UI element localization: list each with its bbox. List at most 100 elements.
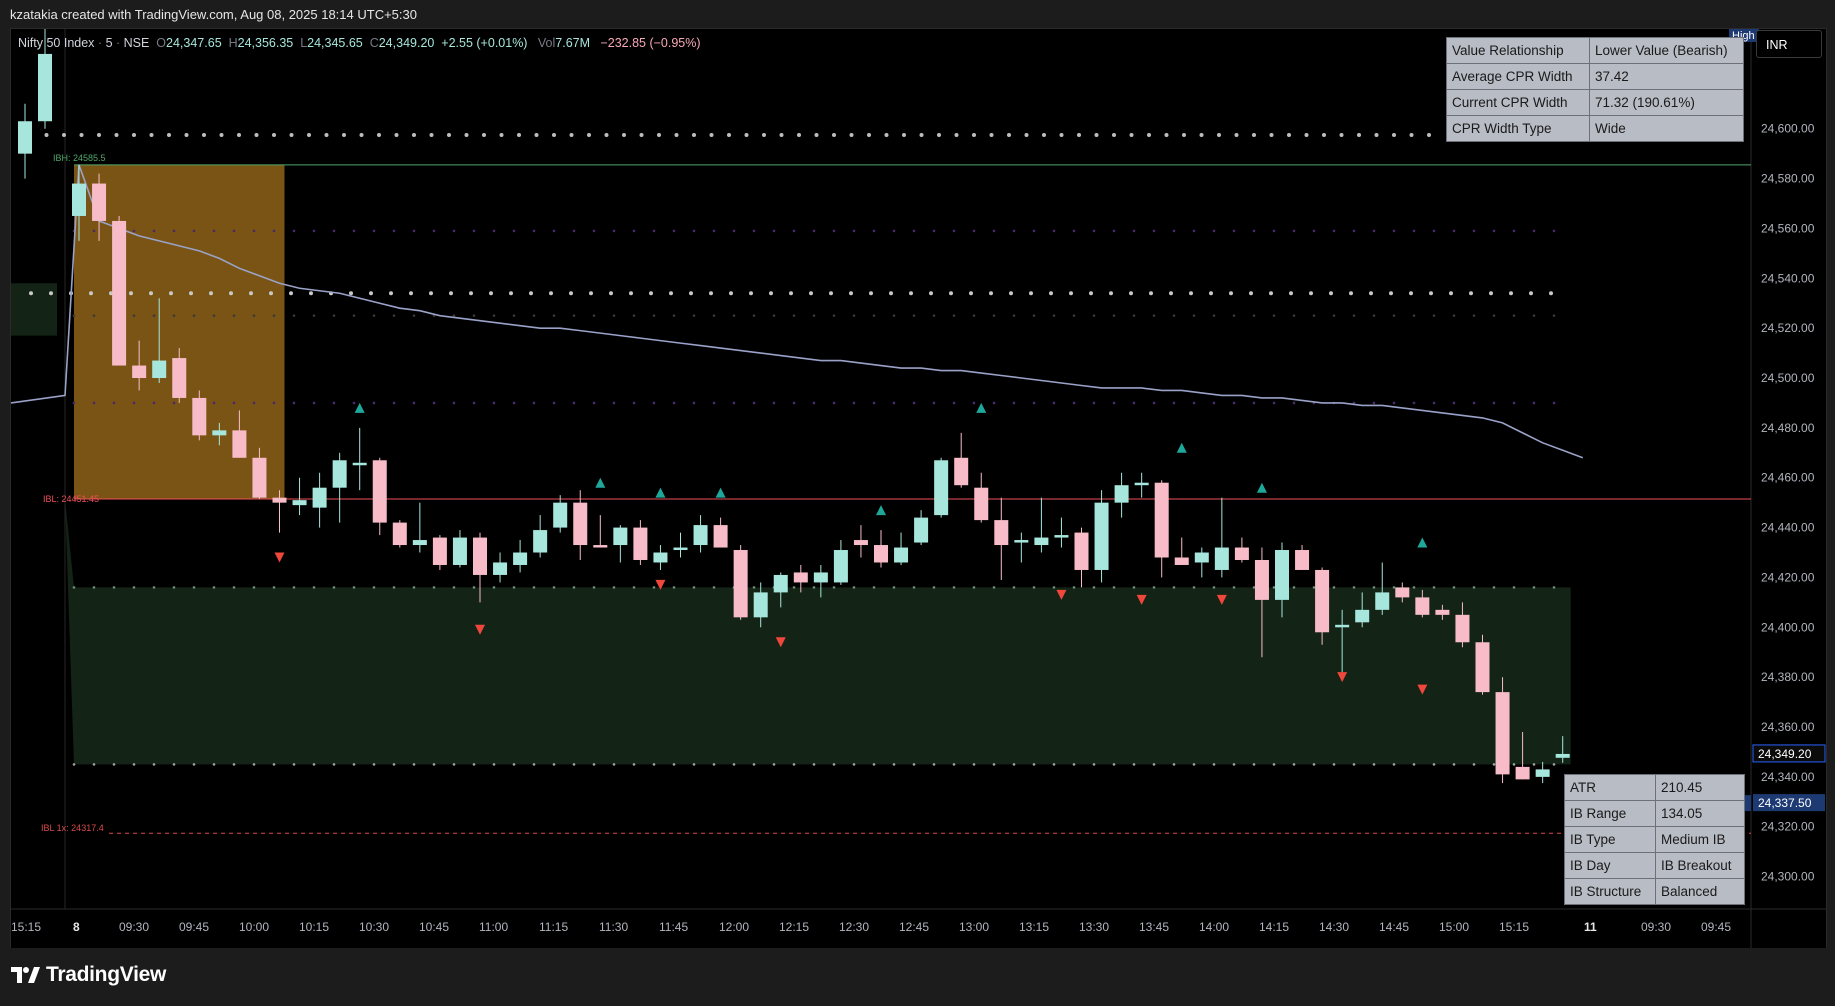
level-dot xyxy=(1492,314,1496,317)
x-tick-label: 11:00 xyxy=(479,920,508,934)
x-tick-label: 09:30 xyxy=(119,920,149,934)
level-dot xyxy=(1032,763,1036,766)
level-dot xyxy=(552,132,556,137)
candle-body xyxy=(994,520,1009,546)
level-dot xyxy=(1552,763,1556,766)
low-value: 24,345.65 xyxy=(307,36,363,50)
level-dot xyxy=(452,401,456,405)
candle-body xyxy=(1194,552,1209,563)
candle xyxy=(112,215,127,366)
level-dot xyxy=(792,401,796,405)
candle-body xyxy=(1094,502,1109,570)
level-dot xyxy=(1329,291,1333,296)
level-dot xyxy=(912,401,916,405)
candle-body xyxy=(272,497,287,503)
symbol-name[interactable]: Nifty 50 Index xyxy=(18,36,94,50)
level-dot xyxy=(1432,229,1436,233)
candle-body xyxy=(172,358,187,398)
level-dot xyxy=(229,291,233,296)
y-tick-label: 24,600.00 xyxy=(1761,122,1815,136)
level-dot xyxy=(1489,291,1493,296)
signal-up-marker xyxy=(715,487,726,498)
level-dot xyxy=(612,586,616,589)
level-dot xyxy=(452,229,456,233)
level-dot xyxy=(972,763,976,766)
chart-canvas[interactable]: IBH: 24585.5 IBL: 24451.45 IBL 1x: 24317.4… xyxy=(11,29,1826,949)
level-dot xyxy=(952,586,956,589)
candle xyxy=(853,525,868,558)
level-dot xyxy=(709,132,714,137)
y-tick-label: 24,560.00 xyxy=(1761,221,1815,235)
level-dot xyxy=(872,401,876,405)
level-dot xyxy=(49,291,53,296)
level-dot xyxy=(394,132,399,137)
level-dot xyxy=(1509,291,1513,296)
level-dot xyxy=(1369,291,1373,296)
level-dot xyxy=(692,229,696,233)
tradingview-logo[interactable]: TradingView xyxy=(11,962,166,988)
level-dot xyxy=(372,314,376,317)
level-dot xyxy=(1352,763,1356,766)
level-dot xyxy=(629,291,633,296)
level-dot xyxy=(212,229,216,233)
level-dot xyxy=(292,586,296,589)
level-dot xyxy=(972,132,976,137)
level-dot xyxy=(1077,132,1081,137)
candle xyxy=(1134,472,1149,498)
level-dot xyxy=(892,229,896,233)
level-dot xyxy=(1492,763,1496,766)
level-dot xyxy=(89,291,93,296)
x-tick-label: 8 xyxy=(73,920,80,934)
ibl-label: IBL: 24451.45 xyxy=(43,494,99,504)
level-dot xyxy=(1452,229,1456,233)
level-dot xyxy=(412,132,416,137)
level-dot xyxy=(1392,586,1396,589)
candle-body xyxy=(974,487,989,521)
candle xyxy=(934,457,949,518)
level-dot xyxy=(1512,314,1516,317)
candle xyxy=(1535,761,1550,784)
candle-body xyxy=(132,365,147,379)
level-dot xyxy=(572,314,576,317)
level-dot xyxy=(552,314,556,317)
level-dot xyxy=(1392,763,1396,766)
level-dot xyxy=(272,586,276,589)
chart-frame[interactable]: IBH: 24585.5 IBL: 24451.45 IBL 1x: 24317.4… xyxy=(10,28,1827,950)
level-dot xyxy=(612,763,616,766)
symbol-legend[interactable]: Nifty 50 Index · 5 · NSE O24,347.65 H24,… xyxy=(18,36,701,50)
table-label: Current CPR Width xyxy=(1446,89,1590,116)
low-price-text: 24,337.50 xyxy=(1758,796,1812,810)
level-dot xyxy=(1182,132,1186,137)
candle xyxy=(1094,490,1109,583)
level-dot xyxy=(752,314,756,317)
level-dot xyxy=(1412,586,1416,589)
level-dot xyxy=(472,586,476,589)
candle-body xyxy=(693,525,708,546)
level-dot xyxy=(189,291,193,296)
table-value: Balanced xyxy=(1655,878,1745,905)
level-dot xyxy=(392,401,396,405)
level-dot xyxy=(432,229,436,233)
level-dot xyxy=(529,291,533,296)
level-dot xyxy=(79,132,84,137)
level-dot xyxy=(692,586,696,589)
level-dot xyxy=(492,586,496,589)
candle xyxy=(292,477,307,516)
last-price-text: 24,349.20 xyxy=(1758,747,1812,761)
level-dot xyxy=(432,586,436,589)
candle-body xyxy=(553,502,568,528)
level-dot xyxy=(1532,763,1536,766)
table-value: 134.05 xyxy=(1655,800,1745,827)
level-dot xyxy=(1312,229,1316,233)
level-dot xyxy=(92,314,96,317)
candle-body xyxy=(312,487,327,508)
level-dot xyxy=(912,314,916,317)
level-dot xyxy=(372,401,376,405)
prev-candle xyxy=(18,103,32,179)
currency-button[interactable]: INR xyxy=(1756,30,1822,58)
level-dot xyxy=(612,401,616,405)
candle xyxy=(673,532,688,558)
level-dot xyxy=(202,132,206,137)
candle xyxy=(994,497,1009,580)
candle-body xyxy=(473,537,487,575)
